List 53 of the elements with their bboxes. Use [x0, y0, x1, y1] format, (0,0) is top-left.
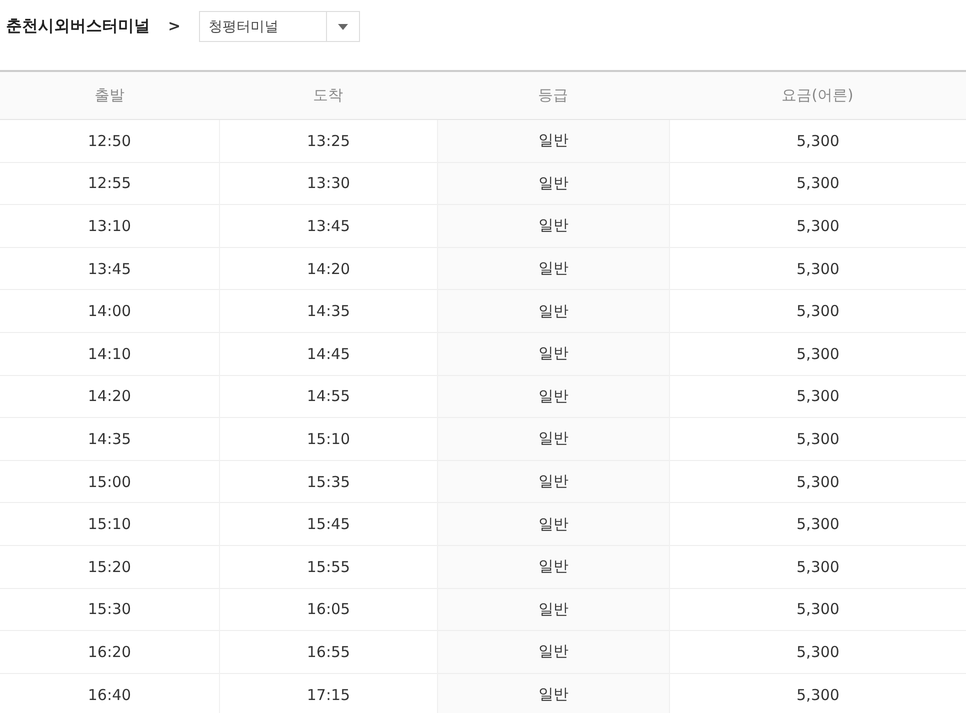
bus-grade: 일반: [437, 546, 669, 589]
adult-fare: 5,300: [669, 290, 966, 333]
bus-grade: 일반: [437, 120, 669, 163]
column-header: 요금(어른): [669, 72, 966, 120]
arrival-time: 15:35: [219, 460, 437, 504]
arrival-time: 13:30: [219, 162, 437, 206]
bus-grade: 일반: [437, 674, 669, 713]
arrival-time: 13:25: [219, 120, 437, 163]
arrival-time: 15:45: [219, 503, 437, 546]
adult-fare: 5,300: [669, 376, 966, 418]
adult-fare: 5,300: [669, 588, 966, 632]
adult-fare: 5,300: [669, 460, 966, 504]
departure-time: 15:30: [0, 588, 219, 632]
departure-time: 14:20: [0, 376, 219, 418]
arrival-time: 16:05: [219, 588, 437, 632]
adult-fare: 5,300: [669, 674, 966, 713]
arrival-time: 15:10: [219, 418, 437, 461]
adult-fare: 5,300: [669, 631, 966, 674]
arrival-time: 14:20: [219, 248, 437, 290]
adult-fare: 5,300: [669, 546, 966, 589]
adult-fare: 5,300: [669, 332, 966, 376]
adult-fare: 5,300: [669, 162, 966, 206]
column-header: 등급: [437, 72, 669, 120]
bus-grade: 일반: [437, 588, 669, 632]
arrival-time: 13:45: [219, 205, 437, 248]
adult-fare: 5,300: [669, 418, 966, 461]
caret-icon: [338, 24, 348, 30]
adult-fare: 5,300: [669, 248, 966, 290]
bus-grade: 일반: [437, 376, 669, 418]
arrival-time: 14:45: [219, 332, 437, 376]
adult-fare: 5,300: [669, 120, 966, 163]
arrival-time: 14:35: [219, 290, 437, 333]
bus-grade: 일반: [437, 332, 669, 376]
adult-fare: 5,300: [669, 205, 966, 248]
arrival-time: 16:55: [219, 631, 437, 674]
bus-grade: 일반: [437, 418, 669, 461]
bus-grade: 일반: [437, 290, 669, 333]
bus-grade: 일반: [437, 162, 669, 206]
column-header: 출발: [0, 72, 219, 120]
arrival-time: 17:15: [219, 674, 437, 713]
origin-terminal: 춘천시외버스터미널: [6, 16, 150, 36]
adult-fare: 5,300: [669, 503, 966, 546]
destination-select[interactable]: 청평터미널: [198, 10, 360, 42]
arrival-time: 14:55: [219, 376, 437, 418]
bus-grade: 일반: [437, 460, 669, 504]
bus-grade: 일반: [437, 631, 669, 674]
arrival-time: 15:55: [219, 546, 437, 589]
bus-grade: 일반: [437, 503, 669, 546]
column-header: 도착: [219, 72, 437, 120]
departure-time: 12:55: [0, 162, 219, 206]
bus-grade: 일반: [437, 248, 669, 290]
chevron-separator: >: [168, 17, 181, 35]
bus-grade: 일반: [437, 205, 669, 248]
